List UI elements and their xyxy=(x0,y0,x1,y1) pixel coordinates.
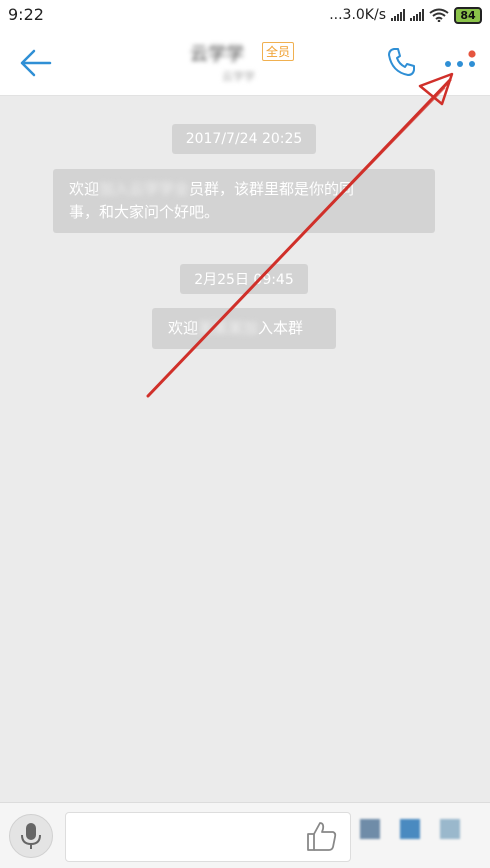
page-subtitle: 云学学 xyxy=(222,70,255,83)
quick-actions xyxy=(360,819,482,859)
arrow-left-icon[interactable] xyxy=(18,46,54,80)
input-bar xyxy=(0,802,490,868)
app-icon[interactable] xyxy=(400,819,420,839)
phone-icon[interactable] xyxy=(386,46,418,78)
redacted-text: 加入云学学全 xyxy=(99,180,190,198)
message-timestamp: 2017/7/24 20:25 xyxy=(172,124,316,154)
app-icon[interactable] xyxy=(360,819,380,839)
chat-header: 云学学 全员 云学学 xyxy=(0,30,490,96)
wifi-icon xyxy=(429,8,449,22)
microphone-icon xyxy=(21,823,41,849)
status-bar: 9:22 ...3.0K/s 84 xyxy=(0,0,490,30)
status-time: 9:22 xyxy=(8,5,44,24)
app-icon[interactable] xyxy=(440,819,460,839)
notification-dot xyxy=(468,50,476,58)
voice-button[interactable] xyxy=(9,814,53,858)
system-message: 欢迎某某某加入本群 xyxy=(152,308,336,349)
battery-icon: 84 xyxy=(454,6,482,24)
chat-messages[interactable]: 2017/7/24 20:25 欢迎加入云学学全员群，该群里都是你的同 事，和大… xyxy=(0,96,490,802)
thumbs-up-icon[interactable] xyxy=(305,819,339,853)
system-message: 欢迎加入云学学全员群，该群里都是你的同 事，和大家问个好吧。 xyxy=(53,169,435,233)
status-indicators: ...3.0K/s 84 xyxy=(329,4,482,26)
signal-icon xyxy=(410,9,424,21)
signal-icon xyxy=(391,9,405,21)
page-title: 云学学 xyxy=(190,44,244,65)
more-dots-icon[interactable] xyxy=(442,50,482,74)
group-badge: 全员 xyxy=(262,42,295,61)
network-speed: ...3.0K/s xyxy=(329,7,386,23)
message-timestamp: 2月25日 09:45 xyxy=(180,264,308,294)
redacted-text: 某某某加 xyxy=(198,319,259,337)
